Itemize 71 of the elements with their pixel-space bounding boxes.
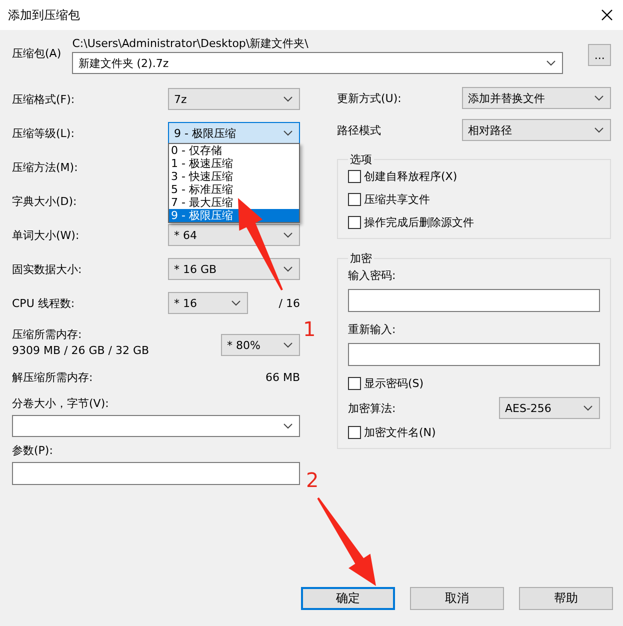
thread-count-text: / 16 bbox=[278, 296, 300, 310]
memory-usage-text: 9309 MB / 26 GB / 32 GB bbox=[12, 344, 150, 357]
checkbox[interactable] bbox=[348, 170, 361, 183]
field-label: 重新输入: bbox=[348, 322, 397, 337]
dialog-button[interactable]: 确定 bbox=[301, 587, 395, 610]
dropdown[interactable]: 7z bbox=[168, 88, 300, 110]
field-label: 压缩包(A) bbox=[12, 46, 62, 61]
group-title: 选项 bbox=[349, 152, 373, 167]
field-label: 压缩所需内存: bbox=[12, 327, 83, 342]
dropdown[interactable]: AES-256 bbox=[499, 397, 600, 419]
dropdown[interactable]: * 16 GB bbox=[168, 258, 300, 280]
dropdown[interactable]: * 64 bbox=[168, 224, 300, 246]
archive-name-dropdown[interactable]: 新建文件夹 (2).7z bbox=[72, 52, 564, 74]
checkbox[interactable] bbox=[348, 426, 361, 439]
dialog-button[interactable]: 取消 bbox=[410, 587, 504, 610]
field-label: 固实数据大小: bbox=[12, 262, 82, 276]
annotation-number: 2 bbox=[306, 470, 319, 490]
dropdown[interactable]: * 80% bbox=[221, 334, 300, 356]
field-label: 更新方式(U): bbox=[337, 90, 402, 106]
chevron-icon bbox=[283, 130, 293, 136]
window-title: 添加到压缩包 bbox=[8, 6, 80, 24]
field-label: 压缩方法(M): bbox=[12, 160, 78, 174]
field-label: 分卷大小，字节(V): bbox=[12, 396, 110, 411]
chevron-icon bbox=[283, 423, 293, 429]
checkbox[interactable] bbox=[348, 193, 361, 206]
field-label: CPU 线程数: bbox=[12, 296, 75, 310]
checkbox-label: 创建自释放程序(X) bbox=[364, 169, 458, 184]
field-label: 压缩等级(L): bbox=[12, 126, 74, 140]
checkbox-label: 压缩共享文件 bbox=[364, 192, 430, 207]
password-input[interactable] bbox=[348, 343, 600, 366]
field-label: 输入密码: bbox=[348, 268, 397, 283]
dropdown-option[interactable]: 3 - 快速压缩 bbox=[169, 170, 299, 183]
dropdown-option[interactable]: 7 - 最大压缩 bbox=[169, 196, 299, 209]
field-label: 压缩格式(F): bbox=[12, 92, 75, 106]
dropdown-option[interactable]: 1 - 极速压缩 bbox=[169, 157, 299, 170]
chevron-icon bbox=[283, 266, 293, 272]
checkbox-label: 加密文件名(N) bbox=[364, 425, 436, 440]
group-title: 加密 bbox=[349, 251, 373, 266]
annotation-number: 1 bbox=[303, 319, 316, 339]
checkbox[interactable] bbox=[348, 377, 361, 390]
checkbox-label: 显示密码(S) bbox=[364, 376, 424, 391]
field-label: 加密算法: bbox=[348, 400, 396, 416]
chevron-icon bbox=[594, 127, 604, 133]
dropdown[interactable]: * 16 bbox=[168, 292, 248, 314]
close-icon[interactable] bbox=[601, 9, 613, 21]
dropdown-option[interactable]: 5 - 标准压缩 bbox=[169, 183, 299, 196]
chevron-icon bbox=[283, 96, 293, 102]
checkbox[interactable] bbox=[348, 216, 361, 229]
field-label: 单词大小(W): bbox=[12, 228, 80, 242]
password-input[interactable] bbox=[348, 289, 600, 312]
path-text: C:\Users\Administrator\Desktop\新建文件夹\ bbox=[72, 36, 310, 51]
chevron-icon bbox=[283, 232, 293, 238]
dropdown[interactable]: 相对路径 bbox=[462, 119, 611, 141]
field-label: 参数(P): bbox=[12, 443, 54, 458]
field-label: 字典大小(D): bbox=[12, 194, 77, 208]
chevron-icon bbox=[283, 342, 293, 348]
parameters-input[interactable] bbox=[12, 462, 300, 485]
volume-size-dropdown[interactable] bbox=[12, 415, 300, 437]
dropdown-option[interactable]: 0 - 仅存储 bbox=[169, 144, 299, 157]
checkbox-label: 操作完成后删除源文件 bbox=[364, 215, 474, 230]
chevron-icon bbox=[231, 300, 241, 306]
memory-value: 66 MB bbox=[265, 370, 300, 384]
dropdown[interactable]: 添加并替换文件 bbox=[462, 87, 611, 109]
chevron-icon bbox=[583, 405, 593, 411]
browse-button[interactable]: ... bbox=[588, 44, 611, 66]
chevron-icon bbox=[546, 60, 556, 66]
field-label: 路径模式 bbox=[337, 122, 381, 138]
dropdown[interactable]: 9 - 极限压缩 bbox=[168, 122, 300, 144]
chevron-icon bbox=[594, 95, 604, 101]
field-label: 解压缩所需内存: bbox=[12, 370, 93, 384]
dialog-button[interactable]: 帮助 bbox=[519, 587, 613, 610]
